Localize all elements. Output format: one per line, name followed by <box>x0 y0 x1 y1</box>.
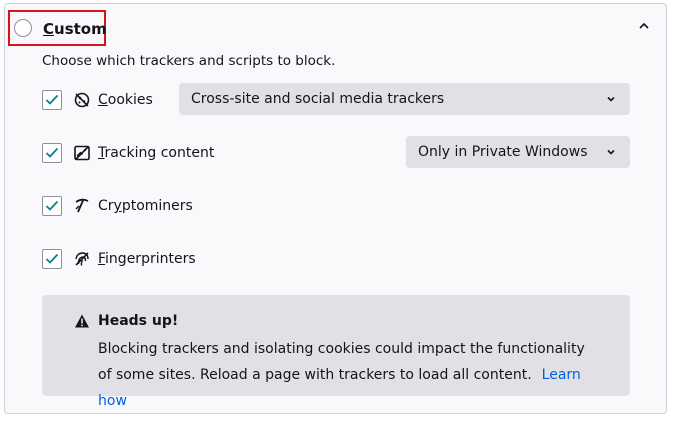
cryptominers-label-pre: Cr <box>98 198 114 214</box>
tracking-content-label[interactable]: Tracking content <box>98 143 214 163</box>
fingerprinters-label-rest: ingerprinters <box>105 251 196 267</box>
cryptominers-accesskey: y <box>113 198 122 214</box>
checkmark-icon <box>45 200 59 211</box>
tracking-label-rest: racking content <box>104 145 215 161</box>
chevron-down-icon <box>607 96 615 102</box>
cookies-select-value: Cross-site and social media trackers <box>191 91 445 107</box>
warning-title: Heads up! <box>98 313 179 329</box>
warning-body-text: Blocking trackers and isolating cookies … <box>98 341 585 383</box>
tracking-content-select[interactable]: Only in Private Windows <box>406 136 630 168</box>
fingerprint-icon <box>75 252 89 266</box>
warning-icon <box>75 314 89 328</box>
cryptominers-label-rest: ptominers <box>121 198 193 214</box>
warning-body: Blocking trackers and isolating cookies … <box>98 336 598 414</box>
tracking-select-value: Only in Private Windows <box>418 144 588 160</box>
cookies-checkbox[interactable] <box>42 90 62 110</box>
fingerprinters-checkbox[interactable] <box>42 249 62 269</box>
checkmark-icon <box>45 147 59 158</box>
checkmark-icon <box>45 94 59 105</box>
cryptominer-icon <box>75 198 89 213</box>
tracking-content-icon <box>74 145 90 161</box>
title-rest: ustom <box>54 20 107 38</box>
checkmark-icon <box>45 253 59 264</box>
custom-radio[interactable] <box>14 19 32 37</box>
tracking-content-checkbox[interactable] <box>42 143 62 163</box>
cookies-label-rest: ookies <box>107 92 153 108</box>
title-accesskey: C <box>43 20 55 38</box>
cryptominers-checkbox[interactable] <box>42 196 62 216</box>
section-title[interactable]: Custom <box>43 19 107 39</box>
cookie-icon <box>74 92 90 108</box>
cookies-accesskey: C <box>98 92 108 108</box>
cookies-select[interactable]: Cross-site and social media trackers <box>179 83 630 115</box>
fingerprinters-label[interactable]: Fingerprinters <box>98 249 196 269</box>
chevron-down-icon <box>607 149 615 155</box>
cookies-label[interactable]: Cookies <box>98 90 153 110</box>
cryptominers-label[interactable]: Cryptominers <box>98 196 193 216</box>
chevron-up-icon[interactable] <box>637 16 651 34</box>
heads-up-warning-box: Heads up! Blocking trackers and isolatin… <box>42 295 630 409</box>
section-description: Choose which trackers and scripts to blo… <box>42 53 336 69</box>
fingerprinters-accesskey: F <box>98 251 106 267</box>
